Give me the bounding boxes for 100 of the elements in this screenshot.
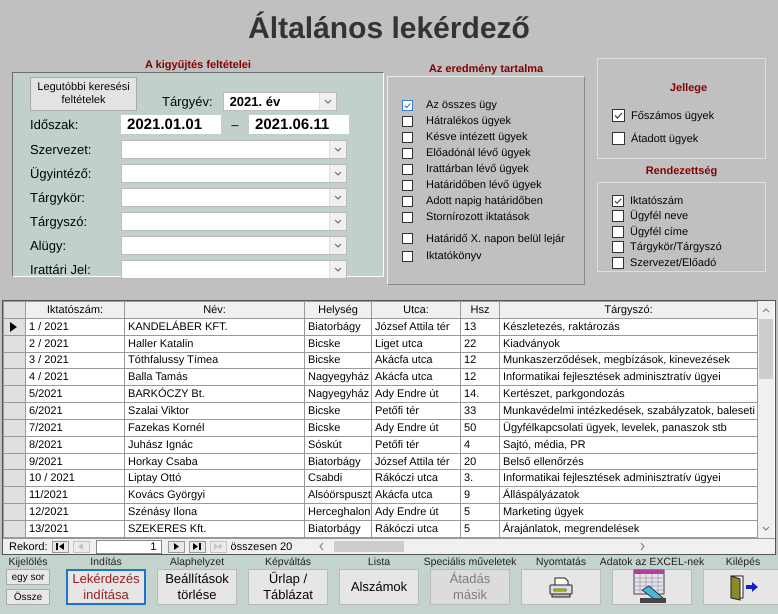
table-cell: Ady Endre út — [372, 386, 460, 403]
column-header[interactable]: Tárgyszó: — [500, 302, 758, 318]
checkbox[interactable] — [402, 233, 413, 244]
exit-button[interactable] — [703, 569, 778, 605]
field-label: Alügy: — [30, 238, 68, 252]
checkbox[interactable] — [402, 116, 413, 126]
date-field[interactable]: 2021.01.01 — [121, 114, 221, 134]
table-cell: Petőfi tér — [372, 436, 460, 454]
column-header[interactable]: Név: — [124, 302, 304, 318]
table-cell: József Attila tér — [372, 453, 460, 470]
checkbox[interactable] — [612, 132, 625, 145]
dropdown-field[interactable] — [121, 212, 347, 230]
table-cell: Petőfi tér — [372, 402, 460, 420]
checkbox[interactable] — [402, 132, 413, 142]
last-record-icon — [192, 542, 202, 551]
command-button[interactable]: Lekérdezés indítása — [66, 569, 146, 605]
table-cell: Horkay Csaba — [124, 453, 304, 470]
table-cell: Juhász Ignác — [124, 436, 304, 454]
table-cell: Kertészet, parkgondozás — [500, 386, 758, 403]
row-selector[interactable] — [4, 318, 26, 336]
option-label: Hátralékos ügyek — [426, 115, 511, 127]
table-cell: Belső ellenőrzés — [500, 453, 758, 470]
option-label: Főszámos ügyek — [631, 110, 714, 122]
date-field[interactable]: 2021.06.11 — [249, 114, 349, 134]
dropdown-value: 2021. év — [228, 93, 282, 110]
group-caption: Kilépés — [726, 555, 760, 569]
dropdown-field[interactable] — [121, 164, 347, 182]
table-cell: 13 — [460, 318, 500, 336]
option-label: Iktatószám — [630, 194, 684, 207]
checkbox[interactable] — [612, 194, 624, 207]
dropdown-field[interactable] — [121, 188, 347, 206]
table-cell: 20 — [460, 453, 500, 470]
checkbox[interactable] — [402, 196, 413, 206]
checkbox[interactable] — [402, 180, 413, 190]
table-cell: 4 / 2021 — [26, 368, 124, 386]
table-cell: 12/2021 — [26, 504, 124, 520]
table-cell: 2 / 2021 — [26, 335, 124, 352]
vertical-scrollbar[interactable] — [758, 301, 774, 538]
table-cell: 6/2021 — [26, 402, 124, 420]
checkbox[interactable] — [402, 250, 413, 262]
group-caption: Indítás — [90, 555, 122, 569]
option-label: Előadónál lévő ügyek — [426, 147, 531, 159]
table-cell: Munkavédelmi intézkedések, szabályzatok, baleseti — [500, 402, 758, 420]
checkbox[interactable] — [402, 148, 413, 158]
checkbox[interactable] — [402, 164, 413, 174]
column-header[interactable]: Hsz — [460, 302, 500, 318]
table-cell: Alsóörspuszt — [304, 486, 372, 504]
table-cell: Ady Endre út — [372, 419, 460, 436]
print-button[interactable] — [521, 569, 601, 605]
dropdown-field[interactable] — [121, 260, 347, 278]
table-cell: 3 / 2021 — [26, 352, 124, 369]
table-cell: 10 / 2021 — [26, 470, 124, 487]
table-cell: Marketing ügyek — [500, 504, 758, 520]
section-title: Rendezettség — [644, 164, 718, 178]
table-cell: Bicske — [304, 352, 372, 369]
command-button[interactable]: Beállítások törlése — [157, 569, 237, 605]
select-button[interactable]: Össze — [6, 589, 50, 605]
command-button[interactable]: Űrlap / Táblázat — [248, 569, 328, 605]
table-cell: Csabdi — [304, 470, 372, 487]
column-header[interactable]: Utca: — [372, 302, 460, 318]
section-title: Az eredmény tartalma — [428, 62, 544, 76]
next-record-button[interactable] — [168, 540, 185, 552]
record-total-label: összesen 20 — [230, 540, 292, 552]
group-caption: Nyomtatás — [536, 555, 586, 569]
export-button[interactable] — [612, 569, 692, 605]
checkbox[interactable] — [612, 226, 624, 238]
column-header[interactable]: Iktatószám: — [26, 302, 124, 318]
table-cell: József Attila tér — [372, 318, 460, 336]
select-button[interactable]: egy sor — [6, 569, 50, 585]
table-cell: KANDELÁBER KFT. — [124, 318, 304, 336]
last-record-button[interactable] — [188, 540, 206, 552]
table-cell: Informatikai fejlesztések adminisztratív ügyei — [500, 368, 758, 386]
checkbox[interactable] — [402, 212, 413, 222]
table-cell: Bicske — [304, 335, 372, 352]
table-cell: Biatorbágy — [304, 318, 372, 336]
checkbox[interactable] — [612, 109, 625, 122]
checkbox[interactable] — [612, 256, 624, 269]
command-button[interactable]: Alszámok — [339, 569, 419, 605]
checkbox[interactable] — [612, 241, 624, 254]
table-cell: Bicske — [304, 419, 372, 436]
record-number-field[interactable]: 1 — [96, 540, 162, 554]
first-record-icon — [55, 542, 66, 551]
dropdown-field[interactable] — [121, 236, 347, 254]
window-title: Általános lekérdező — [247, 10, 531, 47]
option-label: Ügyfél címe — [630, 226, 688, 238]
table-cell: Liget utca — [372, 335, 460, 352]
table-cell: BARKÓCZY Bt. — [124, 386, 304, 403]
table-cell: 12 — [460, 352, 500, 369]
column-header[interactable]: Helység — [304, 302, 372, 318]
navigator-label: Rekord: — [9, 540, 48, 552]
table-cell: 5 — [460, 504, 500, 520]
checkbox[interactable] — [402, 100, 413, 110]
option-label: Stornírozott iktatások — [426, 211, 530, 223]
dropdown-field[interactable] — [121, 140, 347, 158]
printer-icon — [548, 576, 574, 598]
checkbox[interactable] — [612, 210, 624, 222]
recent-criteria-button[interactable]: Legutóbbi keresési feltételek — [30, 77, 137, 111]
option-label: Iktatókönyv — [426, 250, 482, 262]
year-dropdown[interactable]: 2021. év — [222, 92, 337, 111]
first-record-button[interactable] — [52, 540, 69, 552]
